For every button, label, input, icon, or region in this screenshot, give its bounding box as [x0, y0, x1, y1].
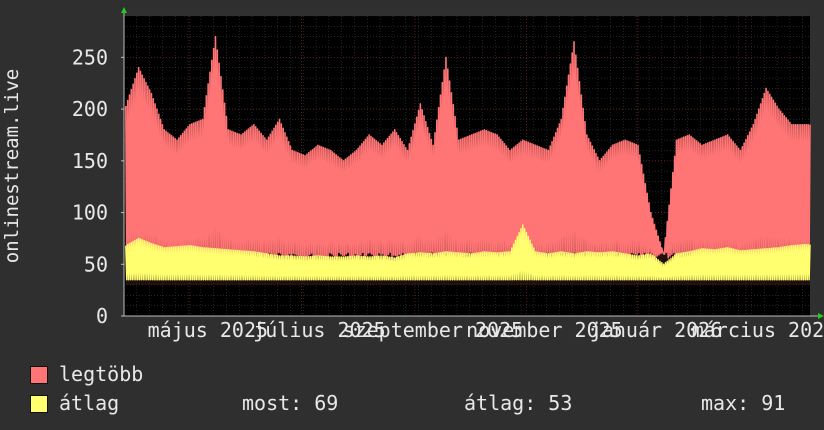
x-tick-label: március 2026 [692, 318, 824, 342]
y-tick-label: 250 [72, 45, 108, 69]
stat-current: most: 69 [242, 391, 339, 415]
y-tick-label: 0 [96, 304, 108, 328]
x-tick-label: május 2025 [148, 318, 268, 342]
x-tick-labels: május 2025július 2025szeptember 2025nove… [148, 318, 824, 342]
legend-label-avg: átlag [59, 391, 120, 415]
stat-maximum: max: 91 [701, 391, 786, 415]
stat-average: átlag: 53 [464, 391, 573, 415]
legend-swatch-avg [30, 395, 48, 413]
y-tick-labels: 0 50 100 150 200 250 [72, 45, 108, 328]
legend-item-max: legtöbb [30, 360, 820, 389]
y-tick-label: 50 [84, 252, 108, 276]
y-tick-label: 150 [72, 149, 108, 173]
legend-label-max: legtöbb [59, 362, 144, 386]
y-tick-label: 200 [72, 97, 108, 121]
legend-swatch-max [30, 366, 48, 384]
legend: legtöbb átlag most: 69 átlag: 53 max: 91 [30, 360, 820, 418]
legend-item-avg: átlag most: 69 átlag: 53 max: 91 [30, 389, 820, 418]
y-tick-label: 100 [72, 201, 108, 225]
y-axis-arrow [121, 7, 127, 13]
y-axis-label: onlinestream.live [1, 69, 23, 263]
